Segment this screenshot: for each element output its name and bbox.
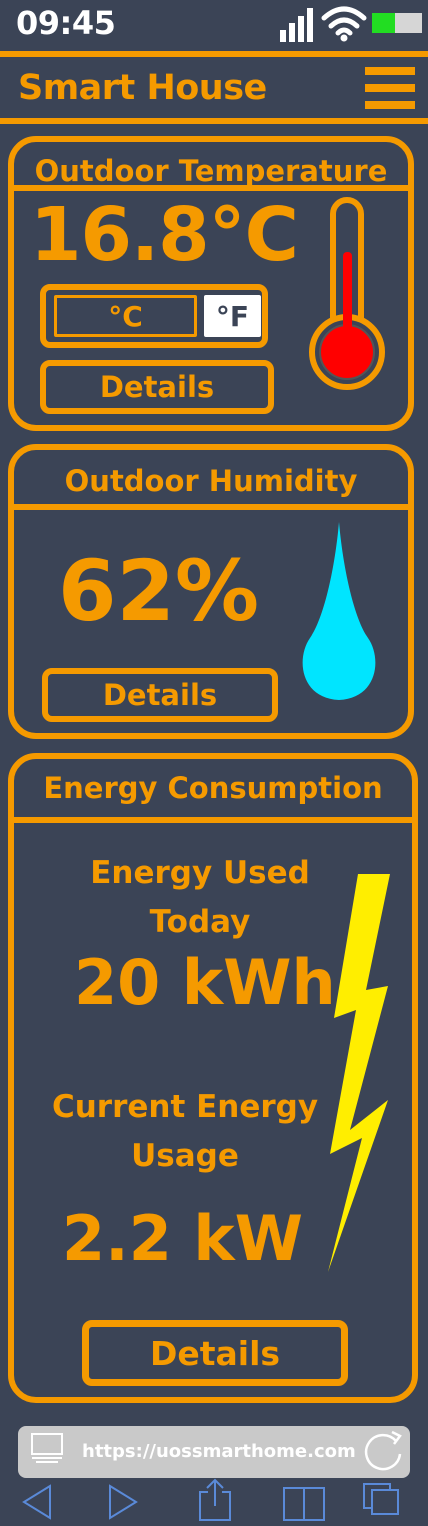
water-drop-icon [302, 522, 376, 700]
humidity-details-button[interactable]: Details [42, 668, 278, 722]
header-bottom-rule [0, 118, 428, 124]
temperature-value: 16.8°C [30, 192, 299, 278]
energy-title: Energy Consumption [43, 771, 383, 805]
menu-line [365, 101, 415, 109]
thermometer-icon [309, 197, 385, 390]
wifi-icon [321, 6, 367, 42]
status-bar: 09:45 [0, 0, 428, 48]
url-text[interactable]: https://uossmarthome.com [82, 1441, 356, 1462]
fahrenheit-option[interactable]: °F [204, 295, 261, 337]
signal-icon [280, 8, 313, 42]
energy-used-today-value: 20 kWh [74, 946, 336, 1019]
lightning-bolt-icon [328, 874, 390, 1272]
status-time: 09:45 [16, 4, 116, 42]
temperature-details-button[interactable]: Details [40, 360, 274, 414]
humidity-divider [14, 504, 414, 510]
energy-divider [14, 817, 412, 823]
current-energy-usage-label: Current Energy Usage [51, 1089, 319, 1174]
desktop-icon[interactable] [30, 1432, 66, 1464]
menu-line [365, 84, 415, 92]
reload-icon[interactable] [362, 1428, 406, 1474]
temperature-divider [14, 185, 414, 191]
humidity-title: Outdoor Humidity [64, 464, 358, 498]
book-icon[interactable] [282, 1486, 326, 1522]
forward-icon[interactable] [104, 1482, 144, 1522]
hamburger-menu-icon[interactable] [362, 64, 418, 114]
energy-details-button[interactable]: Details [82, 1320, 348, 1386]
battery-icon [372, 13, 422, 33]
humidity-value: 62% [58, 542, 260, 640]
temperature-title: Outdoor Temperature [34, 154, 388, 188]
battery-level [372, 13, 395, 33]
header-top-rule [0, 51, 428, 57]
app-title: Smart House [18, 68, 267, 108]
unit-toggle: °C °F [40, 284, 268, 348]
celsius-option[interactable]: °C [54, 295, 197, 337]
menu-line [365, 67, 415, 75]
energy-used-today-label: Energy Used Today [90, 855, 310, 940]
share-icon[interactable] [198, 1478, 232, 1522]
back-icon[interactable] [20, 1482, 60, 1522]
tabs-icon[interactable] [362, 1482, 402, 1518]
current-energy-usage-value: 2.2 kW [62, 1202, 304, 1275]
